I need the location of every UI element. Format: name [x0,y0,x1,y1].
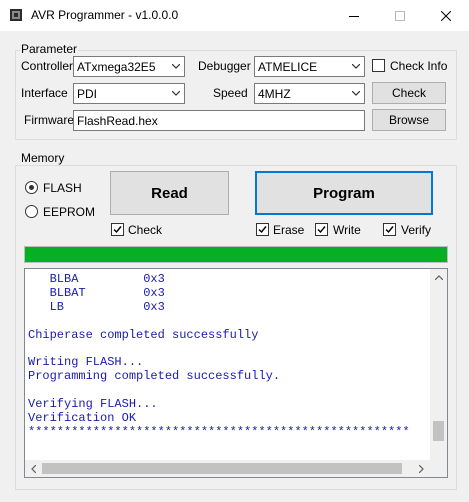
parameter-group-label: Parameter [20,42,79,56]
firmware-input[interactable]: FlashRead.hex [73,110,365,131]
maximize-button[interactable] [377,0,423,31]
progress-bar [24,246,448,263]
interface-select[interactable]: PDI [73,83,185,104]
scroll-right-button[interactable] [413,460,430,477]
check-button[interactable]: Check [372,82,446,104]
eeprom-radio[interactable] [25,205,38,218]
chevron-down-icon [172,64,180,69]
log-line: BLBAT 0x3 [28,285,165,300]
flash-radio[interactable] [25,181,38,194]
checkmark-icon [317,226,326,234]
chevron-down-icon [352,64,360,69]
chevron-left-icon [31,464,36,473]
controller-label: Controller [21,59,74,73]
window-title: AVR Programmer - v1.0.0.0 [31,8,179,22]
scroll-up-button[interactable] [430,269,447,286]
erase-checkbox[interactable] [256,223,269,236]
chevron-down-icon [172,91,180,96]
maximize-icon [395,10,405,21]
write-label: Write [333,223,361,237]
verify-label: Verify [401,223,432,237]
log-line: ****************************************… [28,424,410,439]
check-info-label: Check Info [390,59,448,73]
checkmark-icon [258,226,267,234]
interface-label: Interface [21,86,68,100]
vertical-scroll-thumb[interactable] [433,421,444,441]
interface-value: PDI [77,87,98,101]
chevron-down-icon [352,91,360,96]
log-line: LB 0x3 [28,299,165,314]
debugger-value: ATMELICE [258,60,318,74]
chevron-up-icon [434,275,443,280]
scroll-left-button[interactable] [25,460,42,477]
vertical-scrollbar[interactable] [430,269,447,460]
log-line: Chiperase completed successfully [28,327,259,342]
check-checkbox[interactable] [111,223,124,236]
checkmark-icon [113,226,122,234]
flash-label: FLASH [43,181,82,195]
memory-group-label: Memory [20,151,66,165]
speed-select[interactable]: 4MHZ [254,83,365,104]
program-button[interactable]: Program [255,171,433,215]
progress-fill [25,247,447,262]
log-line: Writing FLASH... [28,355,144,370]
log-output[interactable]: BLBA 0x3 BLBAT 0x3 LB 0x3 Chiperase compl… [24,268,448,478]
horizontal-scroll-thumb[interactable] [42,463,402,474]
check-label: Check [128,223,163,237]
log-line: Verifying FLASH... [28,397,158,412]
debugger-select[interactable]: ATMELICE [254,56,365,77]
speed-value: 4MHZ [258,87,291,101]
write-checkbox[interactable] [315,223,328,236]
debugger-label: Debugger [198,59,251,73]
verify-checkbox[interactable] [383,223,396,236]
app-icon [9,8,23,22]
check-info-checkbox[interactable] [372,59,385,72]
speed-label: Speed [213,86,248,100]
log-line: Programming completed successfully. [28,369,281,384]
browse-button[interactable]: Browse [372,109,446,131]
horizontal-scrollbar[interactable] [25,460,430,477]
minimize-icon [349,15,359,17]
radio-selected-dot [29,185,34,190]
checkmark-icon [385,226,394,234]
erase-label: Erase [273,223,305,237]
read-button[interactable]: Read [110,171,229,215]
scrollbar-corner [430,460,447,477]
log-lines: BLBA 0x3 BLBAT 0x3 LB 0x3 Chiperase compl… [28,273,428,459]
controller-value: ATxmega32E5 [77,60,156,74]
log-line: Verification OK [28,410,137,425]
close-icon [441,10,451,21]
log-line: BLBA 0x3 [28,273,165,286]
chevron-right-icon [419,464,424,473]
controller-select[interactable]: ATxmega32E5 [73,56,185,77]
firmware-value: FlashRead.hex [77,114,158,128]
close-button[interactable] [423,0,469,31]
firmware-label: Firmware [24,113,74,127]
eeprom-label: EEPROM [43,205,96,219]
minimize-button[interactable] [331,0,377,31]
